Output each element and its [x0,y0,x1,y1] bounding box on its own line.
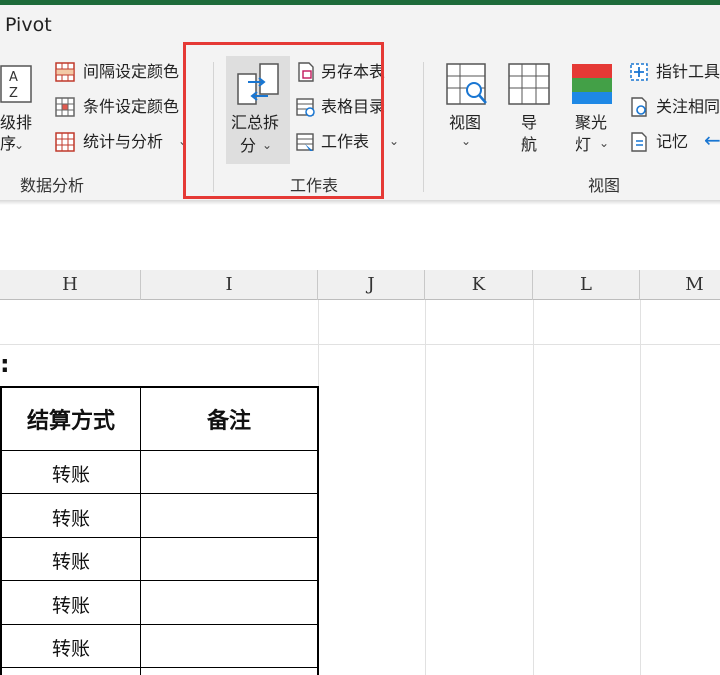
ribbon-separator [213,62,214,192]
chevron-down-icon: ⌄ [14,138,25,152]
pointer-tool-label: 指针工具 [656,62,720,81]
view-magnifier-icon [446,63,487,105]
table-cell[interactable]: 转账 [2,460,140,487]
back-arrow-icon[interactable]: ← [704,130,720,150]
table-cell[interactable]: 转账 [2,634,140,661]
chevron-down-icon: ⌄ [262,138,273,152]
column-header-k[interactable]: K [425,270,533,300]
focus-same-icon [631,97,647,117]
summary-split-label-2: 分 [240,136,257,155]
chevron-down-icon: ⌄ [461,134,472,148]
group-label-data-analysis: 数据分析 [20,176,85,195]
column-header-i[interactable]: I [141,270,318,300]
column-header-m[interactable]: M [640,270,720,300]
table-header-settlement[interactable]: 结算方式 [2,403,140,435]
grid-color-icon [55,62,75,82]
focus-same-label: 关注相同 [656,97,720,116]
conditional-color-label: 条件设定颜色 [83,97,180,116]
chevron-down-icon: ⌄ [389,134,400,148]
chevron-down-icon: ⌄ [599,136,610,150]
worksheet-icon [296,133,314,151]
column-header-h[interactable]: H [0,270,141,300]
sort-az-icon: A Z [0,65,32,103]
alternate-color-label: 间隔设定颜色 [83,62,180,81]
column-header-l[interactable]: L [533,270,640,300]
save-this-sheet-label: 另存本表 [321,62,386,81]
column-header-j[interactable]: J [318,270,425,300]
view-button-label: 视图 [449,113,482,132]
group-label-view: 视图 [588,176,621,195]
memory-icon [631,132,647,152]
table-directory-label: 表格目录 [321,97,386,116]
ribbon-separator [423,62,424,192]
conditional-grid-icon [55,97,75,117]
table-directory-icon [296,98,315,117]
summary-split-button[interactable]: 汇总拆 分 ⌄ [226,56,290,164]
svg-text:Z: Z [9,86,18,101]
formula-bar[interactable] [0,205,720,257]
statistics-icon [55,132,75,152]
save-sheet-icon [298,62,314,82]
grid-line [533,300,534,675]
summary-split-label: 汇总拆 [231,113,280,132]
spotlight-icon [572,64,612,104]
statistics-analysis-label: 统计与分析 [83,132,164,151]
sort-button-label: 级排 [0,113,33,132]
table-cell[interactable]: 转账 [2,591,140,618]
svg-text:A: A [9,70,18,85]
navigation-icon [508,63,550,105]
pointer-tool-icon [630,63,648,81]
worksheet-label: 工作表 [321,132,370,151]
navigation-label-2: 航 [521,135,538,154]
grid-line [425,300,426,675]
group-label-worksheet: 工作表 [290,176,339,195]
spotlight-label-2: 灯 [575,135,592,154]
table-cell[interactable]: 转账 [2,504,140,531]
navigation-label: 导 [521,113,538,132]
memory-label: 记忆 [656,132,689,151]
grid-line [0,344,720,345]
summary-split-icon [237,63,279,105]
spotlight-label: 聚光 [575,113,608,132]
ribbon-tab-pivot[interactable]: Pivot [5,14,52,36]
colon-text: : [0,350,10,378]
table-cell[interactable]: 转账 [2,547,140,574]
table-header-remarks[interactable]: 备注 [141,403,317,435]
chevron-down-icon: ⌄ [178,134,189,148]
grid-line [640,300,641,675]
